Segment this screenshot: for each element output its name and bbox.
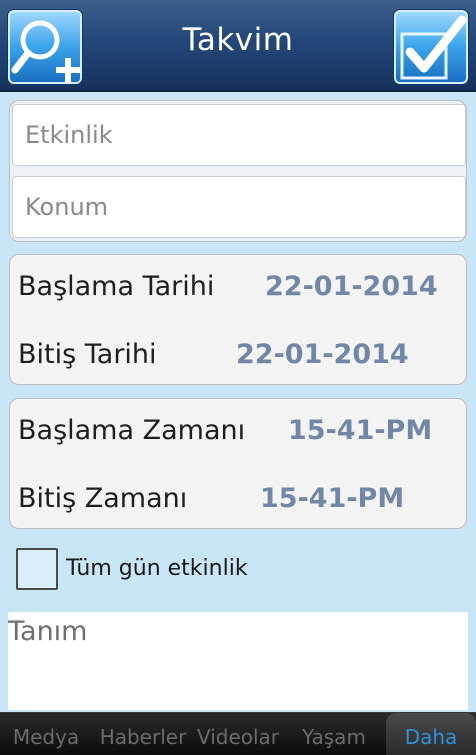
start-time-value[interactable]: 15-41-PM: [288, 415, 432, 446]
all-day-label: Tüm gün etkinlik: [66, 556, 248, 581]
end-date-value[interactable]: 22-01-2014: [236, 339, 409, 370]
form-content: Başlama Tarihi 22-01-2014 Bitiş Tarihi 2…: [0, 92, 476, 712]
all-day-checkbox[interactable]: [16, 548, 58, 590]
start-date-value[interactable]: 22-01-2014: [265, 271, 438, 302]
tab-videolar[interactable]: Videolar: [192, 713, 284, 755]
checkmark-icon: [400, 15, 467, 80]
description-input[interactable]: [8, 612, 468, 710]
tab-yasam[interactable]: Yaşam: [288, 713, 380, 755]
start-time-label: Başlama Zamanı: [18, 415, 246, 446]
date-group: Başlama Tarihi 22-01-2014 Bitiş Tarihi 2…: [9, 254, 467, 385]
event-name-input[interactable]: [12, 104, 466, 166]
start-date-label: Başlama Tarihi: [18, 271, 215, 302]
tab-haberler[interactable]: Haberler: [94, 713, 192, 755]
bottom-tab-bar: Medya Haberler Videolar Yaşam Daha: [0, 712, 476, 755]
time-group: Başlama Zamanı 15-41-PM Bitiş Zamanı 15-…: [9, 398, 467, 529]
app-header: Takvim: [0, 0, 476, 92]
event-details-group: [9, 100, 467, 242]
location-input[interactable]: [12, 176, 466, 238]
tab-daha[interactable]: Daha: [386, 713, 476, 755]
end-date-label: Bitiş Tarihi: [18, 339, 157, 370]
tab-medya[interactable]: Medya: [0, 713, 92, 755]
save-button[interactable]: [394, 10, 468, 84]
end-time-label: Bitiş Zamanı: [18, 483, 188, 514]
end-time-value[interactable]: 15-41-PM: [260, 483, 404, 514]
